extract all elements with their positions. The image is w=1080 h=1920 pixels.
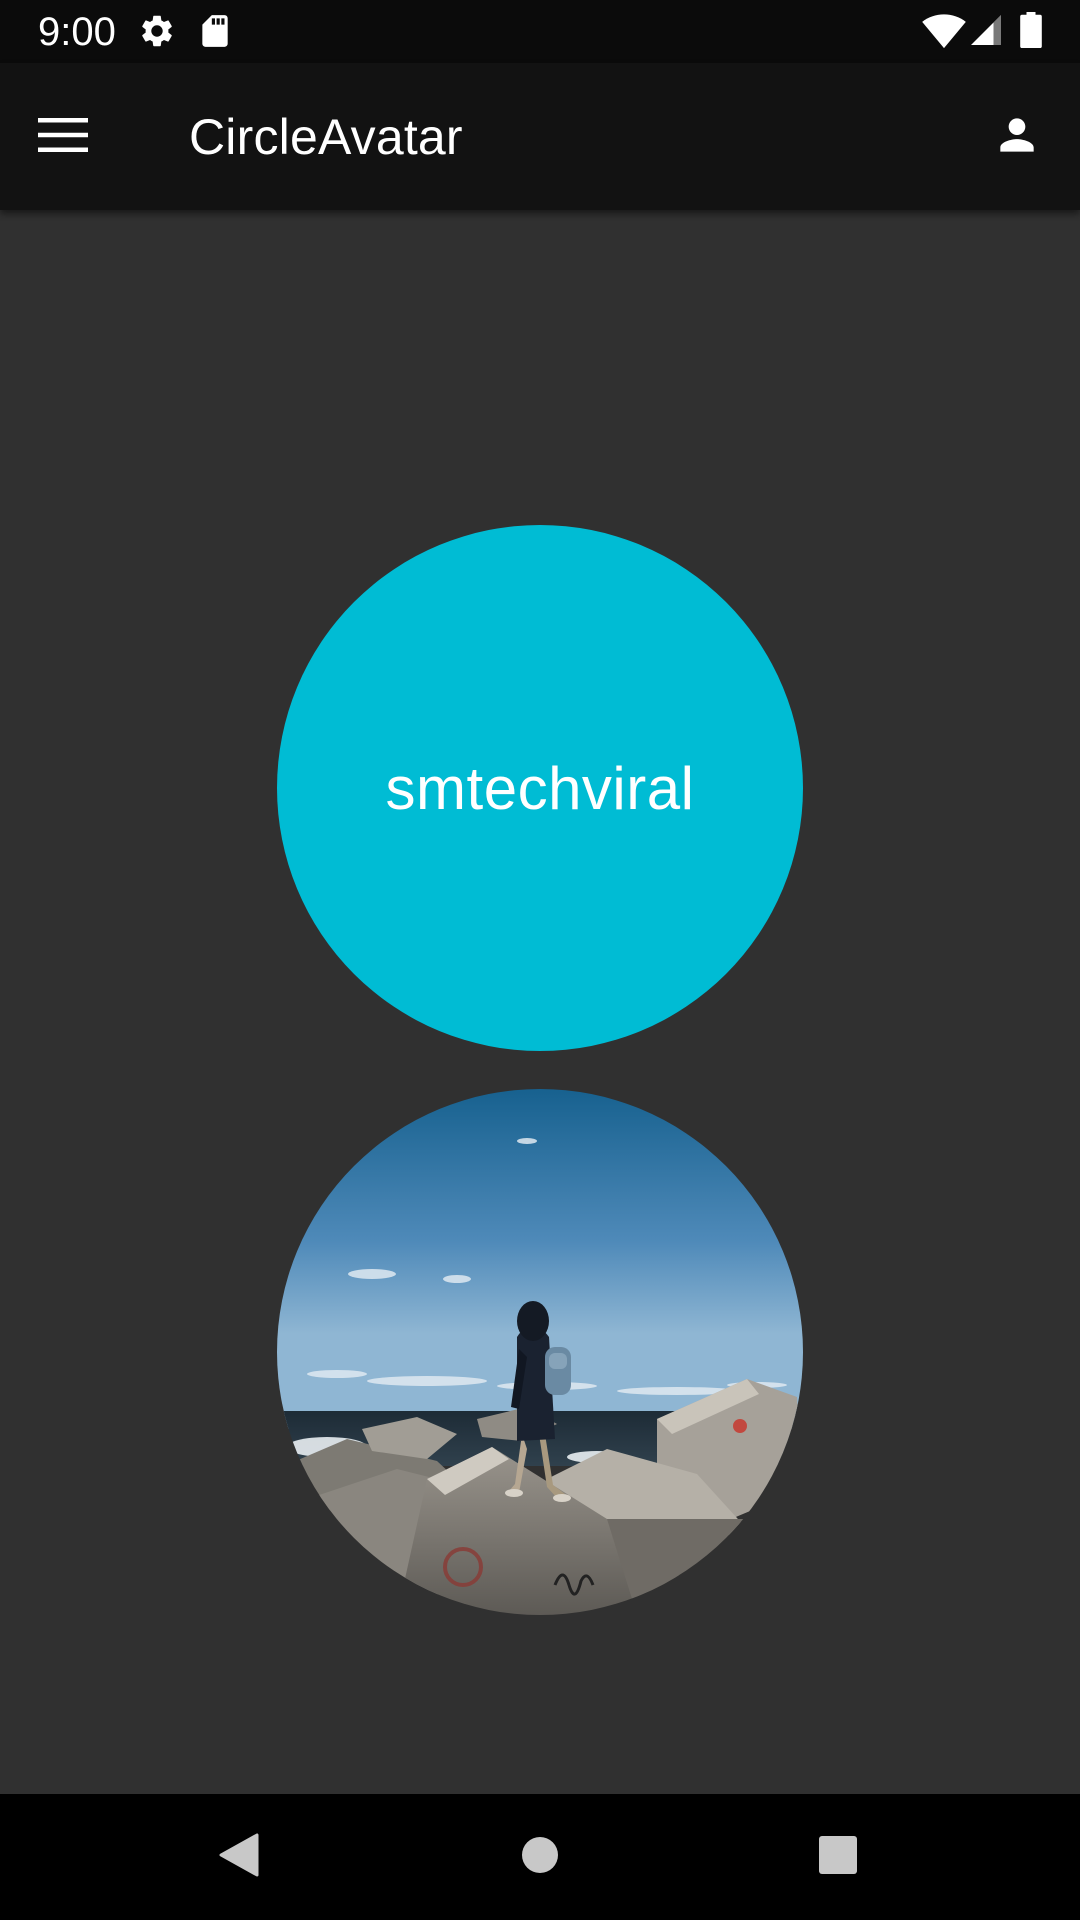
avatar-photo [277, 1089, 803, 1615]
text-avatar: smtechviral [277, 525, 803, 1051]
recents-button[interactable] [798, 1817, 878, 1897]
navigation-bar [0, 1794, 1080, 1920]
text-avatar-label: smtechviral [385, 754, 695, 822]
cell-signal-icon [968, 12, 1004, 53]
app-bar: CircleAvatar [0, 63, 1080, 210]
menu-button[interactable] [30, 104, 96, 170]
status-time: 9:00 [38, 10, 116, 54]
app-screen: 9:00 CircleAvatar smtechviral [0, 0, 1080, 1920]
menu-icon [38, 117, 88, 158]
home-button[interactable] [500, 1817, 580, 1897]
back-button[interactable] [199, 1817, 279, 1897]
wifi-icon [922, 10, 966, 55]
home-icon [520, 1835, 560, 1880]
battery-icon [1020, 12, 1042, 53]
back-icon [217, 1831, 261, 1884]
account-button[interactable] [984, 104, 1050, 170]
settings-icon [138, 12, 176, 55]
image-avatar [277, 1089, 803, 1615]
status-bar: 9:00 [0, 0, 1080, 63]
sd-card-icon [196, 12, 234, 55]
page-title: CircleAvatar [189, 109, 463, 165]
recents-icon [818, 1835, 858, 1880]
person-icon [992, 110, 1042, 165]
